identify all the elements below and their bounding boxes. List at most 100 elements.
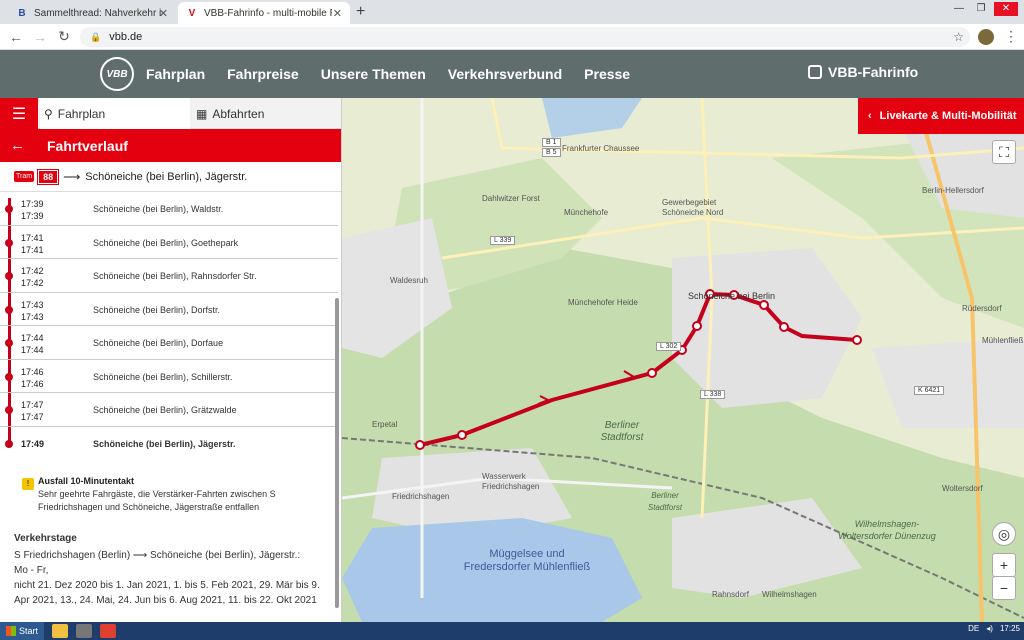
window-close-icon[interactable]: ✕ <box>994 2 1018 16</box>
livekarte-button[interactable]: ‹ Livekarte & Multi-Mobilität <box>858 98 1024 134</box>
warning-icon: ! <box>22 478 34 490</box>
language-indicator[interactable]: DE <box>968 624 979 633</box>
new-tab-icon[interactable]: + <box>356 3 365 21</box>
fahrtverlauf-title: Fahrtverlauf <box>47 137 128 154</box>
explorer-icon[interactable] <box>52 624 69 638</box>
label-wilhelmshagen: Wilhelmshagen-Woltersdorfer Dünenzug <box>838 519 936 541</box>
stop-row[interactable]: 17:42 17:42 Schöneiche (bei Berlin), Rahns… <box>0 259 338 293</box>
label-hellersdorf: Berlin-Hellersdorf <box>922 186 984 195</box>
start-label: Start <box>19 626 39 636</box>
profile-avatar[interactable] <box>978 29 994 45</box>
label-schoeneiche: Schöneiche bei Berlin <box>688 291 776 301</box>
stop-row[interactable]: 17:43 17:43 Schöneiche (bei Berlin), Dorfs… <box>0 293 338 326</box>
notice-title: Ausfall 10-Minutentakt <box>38 476 135 486</box>
reload-icon[interactable]: ↻ <box>52 28 76 45</box>
map-view[interactable]: Münchehofe Waldesruh Schöneiche bei Berl… <box>342 98 1024 622</box>
nav-fahrplan[interactable]: Fahrplan <box>146 66 205 82</box>
arrival-time: 17:43 <box>21 299 44 310</box>
label-berliner-stadtforst-2: Berliner Stadtforst <box>647 491 683 512</box>
tab-favicon: V <box>188 7 196 19</box>
panel-scrollbar[interactable] <box>335 298 339 608</box>
bookmark-star-icon[interactable]: ☆ <box>953 30 964 44</box>
hamburger-menu-icon[interactable]: ☰ <box>0 98 38 129</box>
label-ruedersdorf: Rüdersdorf <box>962 304 1002 313</box>
stop-marker <box>457 430 467 440</box>
verkehrstage-route: S Friedrichshagen (Berlin) ⟶ Schöneiche … <box>14 550 301 561</box>
stop-row[interactable]: 17:41 17:41 Schöneiche (bei Berlin), Goeth… <box>0 226 338 259</box>
stop-marker <box>415 440 425 450</box>
nav-presse[interactable]: Presse <box>584 66 630 82</box>
stop-dot <box>5 272 13 280</box>
departure-time: 17:39 <box>21 211 44 221</box>
chrome-icon[interactable] <box>100 624 117 638</box>
stop-marker <box>692 321 702 331</box>
stop-row[interactable]: 17:39 17:39 Schöneiche (bei Berlin), Walds… <box>0 192 338 226</box>
back-arrow-icon[interactable]: ← <box>10 137 25 154</box>
fahrinfo-link[interactable]: VBB-Fahrinfo <box>808 64 918 80</box>
fahrinfo-label: VBB-Fahrinfo <box>828 64 919 80</box>
nav-verkehrsverbund[interactable]: Verkehrsverbund <box>448 66 562 82</box>
stop-row[interactable]: 17:44 17:44 Schöneiche (bei Berlin), Dorfa… <box>0 326 338 360</box>
streetview-icon[interactable]: ⛶ <box>992 140 1016 164</box>
trip-panel: ☰ ⚲ Fahrplan ▦ Abfahrten ← Fahrtverlauf … <box>0 98 342 622</box>
minimize-icon[interactable]: — <box>950 2 968 16</box>
departure-time: 17:46 <box>21 378 44 389</box>
browser-tab-1[interactable]: B Sammelthread: Nahverkehr in Bran ✕ <box>8 2 176 24</box>
notice-text: Sehr geehrte Fahrgäste, die Verstärker-F… <box>38 489 276 512</box>
forward-icon[interactable]: → <box>28 29 52 45</box>
tab-fahrplan[interactable]: ⚲ Fahrplan <box>40 98 190 129</box>
tab-abfahrten-label: Abfahrten <box>212 106 265 121</box>
label-wilhelmshagen-town: Wilhelmshagen <box>762 590 817 599</box>
label-gewerbegebiet: Gewerbegebiet Schöneiche Nord <box>662 198 724 217</box>
bus-icon <box>808 65 822 79</box>
line-info: Tram 88 ⟶ Schöneiche (bei Berlin), Jäger… <box>0 162 341 192</box>
tab-abfahrten[interactable]: ▦ Abfahrten <box>196 98 264 129</box>
label-heide: Münchehofer Heide <box>568 298 638 307</box>
label-mueggelsee: Müggelsee und Fredersdorfer Mühlenfließ <box>463 548 591 573</box>
road-badge-k6421: K 6421 <box>914 386 945 395</box>
browser-tab-2[interactable]: V VBB-Fahrinfo - multi-mobile Fahrpl ✕ <box>178 2 350 24</box>
taskbar: Start DE ◂) 17:25 <box>0 622 1024 640</box>
clock[interactable]: 17:25 <box>1000 624 1020 633</box>
stop-dot <box>5 205 13 213</box>
road-badge-b5: B 5 <box>542 148 561 157</box>
zoom-in-button[interactable]: + <box>992 553 1016 577</box>
label-muenchehofe: Münchehofe <box>564 208 609 217</box>
stop-row[interactable]: 17:46 17:46 Schöneiche (bei Berlin), Schil… <box>0 360 338 393</box>
tab-title: VBB-Fahrinfo - multi-mobile Fahrpl <box>204 7 332 19</box>
stop-marker <box>647 368 657 378</box>
stop-name: Schöneiche (bei Berlin), Schillerstr. <box>93 371 233 382</box>
tram-icon: Tram <box>14 171 35 182</box>
arrival-time: 17:49 <box>21 438 45 449</box>
verkehrstage-days: Mo - Fr, <box>14 565 49 576</box>
verkehrstage-title: Verkehrstage <box>14 533 77 544</box>
site-header: VBB Fahrplan Fahrpreise Unsere Themen Ve… <box>0 50 1024 98</box>
close-tab-icon[interactable]: ✕ <box>159 7 168 20</box>
volume-icon[interactable]: ◂) <box>986 624 993 633</box>
departure-time: 17:42 <box>21 278 44 288</box>
start-button[interactable]: Start <box>0 622 45 640</box>
menu-kebab-icon[interactable]: ⋮ <box>1004 28 1018 45</box>
back-icon[interactable]: ← <box>4 29 28 45</box>
nav-unsere-themen[interactable]: Unsere Themen <box>321 66 426 82</box>
nav-fahrpreise[interactable]: Fahrpreise <box>227 66 299 82</box>
stop-row[interactable]: 17:49 Schöneiche (bei Berlin), Jägerstr. <box>0 427 338 461</box>
address-bar[interactable]: 🔒 vbb.de ☆ <box>80 27 970 47</box>
disruption-notice: ! Ausfall 10-Minutentakt Sehr geehrte Fa… <box>22 476 322 514</box>
zoom-out-button[interactable]: − <box>992 576 1016 600</box>
main-nav: Fahrplan Fahrpreise Unsere Themen Verkeh… <box>146 50 630 98</box>
arrival-time: 17:46 <box>21 366 44 377</box>
stop-dot <box>5 372 13 381</box>
stop-row[interactable]: 17:47 17:47 Schöneiche (bei Berlin), Grätz… <box>0 393 338 427</box>
departure-time: 17:41 <box>21 244 44 255</box>
stop-dot <box>5 439 13 448</box>
close-tab-icon[interactable]: ✕ <box>333 7 342 20</box>
verkehrstage-exceptions: nicht 21. Dez 2020 bis 1. Jan 2021, 1. b… <box>14 580 320 606</box>
restore-icon[interactable]: ❐ <box>972 2 990 16</box>
map-canvas <box>342 98 1024 622</box>
locate-icon[interactable]: ◎ <box>992 522 1016 546</box>
app-icon[interactable] <box>76 624 93 638</box>
departure-time: 17:43 <box>21 311 44 322</box>
vbb-logo[interactable]: VBB <box>100 57 134 91</box>
label-muehlenfliess: Mühlenfließ <box>982 336 1024 345</box>
